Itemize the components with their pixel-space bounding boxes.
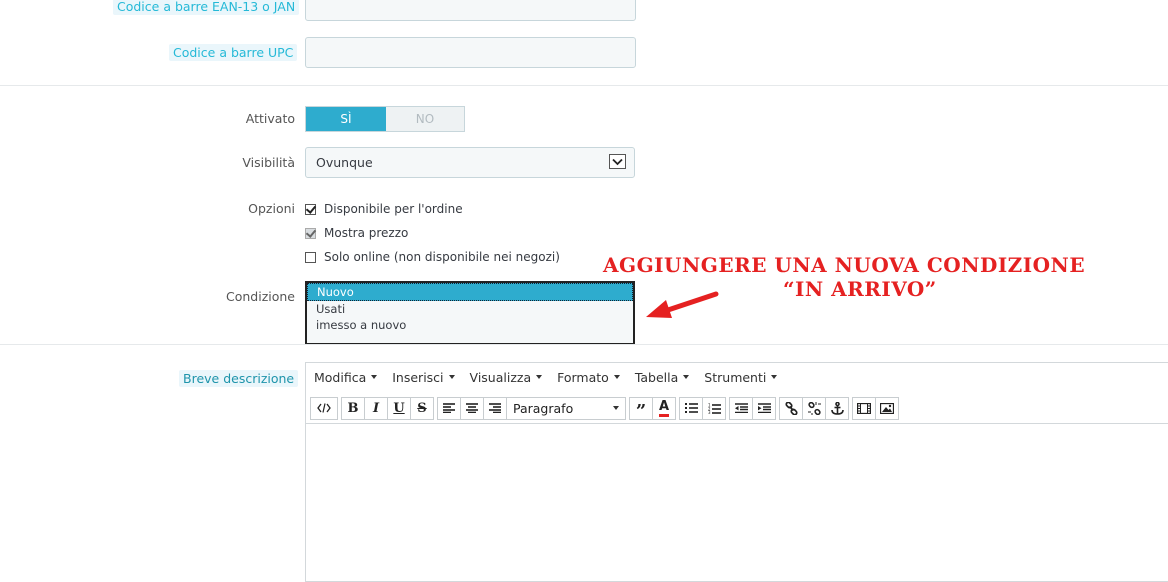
italic-icon[interactable]: I xyxy=(364,396,388,420)
toggle-no[interactable]: NO xyxy=(386,107,464,131)
activated-label: Attivato xyxy=(245,111,295,126)
align-left-icon[interactable] xyxy=(437,396,461,420)
indent-icon[interactable] xyxy=(752,396,776,420)
chevron-down-icon[interactable] xyxy=(609,154,626,169)
short-description-label: Breve descrizione xyxy=(179,370,299,387)
option-available-for-order[interactable]: Disponibile per l'ordine xyxy=(305,202,463,216)
format-value: Paragrafo xyxy=(513,400,574,416)
link-icon[interactable] xyxy=(779,396,803,420)
ean-input[interactable] xyxy=(305,0,636,21)
checkbox-checked-icon[interactable] xyxy=(305,203,316,215)
options-label: Opzioni xyxy=(248,201,295,216)
visibility-value: Ovunque xyxy=(316,155,373,170)
activated-toggle[interactable]: SÌ NO xyxy=(305,106,465,132)
red-arrow-icon xyxy=(646,291,719,318)
condition-label: Condizione xyxy=(225,289,295,304)
option-online-only[interactable]: Solo online (non disponibile nei negozi) xyxy=(305,250,560,264)
upc-input[interactable] xyxy=(305,37,636,68)
menu-visualizza[interactable]: Visualizza xyxy=(470,370,543,385)
menu-inserisci[interactable]: Inserisci xyxy=(392,370,455,385)
editor-toolbar: B I U S Paragrafo ” A 123 xyxy=(310,396,899,421)
rich-text-editor[interactable]: Modifica Inserisci Visualizza Formato Ta… xyxy=(305,362,1168,582)
align-right-icon[interactable] xyxy=(483,396,507,420)
menu-formato[interactable]: Formato xyxy=(557,370,620,385)
caret-down-icon xyxy=(613,406,619,410)
text-color-icon[interactable]: A xyxy=(652,396,676,420)
condition-listbox[interactable]: Nuovo Usati imesso a nuovo xyxy=(305,281,635,345)
strikethrough-icon[interactable]: S xyxy=(410,396,434,420)
checkbox-icon[interactable] xyxy=(305,251,316,263)
toggle-yes[interactable]: SÌ xyxy=(306,107,386,131)
section-divider xyxy=(0,344,1168,345)
menu-modifica[interactable]: Modifica xyxy=(314,370,378,385)
option-label: Mostra prezzo xyxy=(324,226,409,240)
source-code-icon[interactable] xyxy=(310,396,338,420)
option-label: Disponibile per l'ordine xyxy=(324,202,463,216)
media-icon[interactable] xyxy=(852,396,876,420)
blockquote-icon[interactable]: ” xyxy=(629,396,653,421)
bullet-list-icon[interactable] xyxy=(679,396,703,420)
upc-label: Codice a barre UPC xyxy=(169,44,298,61)
condition-option[interactable]: Nuovo xyxy=(307,283,633,301)
outdent-icon[interactable] xyxy=(729,396,753,420)
underline-icon[interactable]: U xyxy=(387,396,411,420)
menu-strumenti[interactable]: Strumenti xyxy=(704,370,778,385)
anchor-icon[interactable] xyxy=(825,396,849,420)
visibility-label: Visibilità xyxy=(242,155,295,170)
format-select[interactable]: Paragrafo xyxy=(506,396,626,420)
option-label: Solo online (non disponibile nei negozi) xyxy=(324,250,560,264)
unlink-icon[interactable] xyxy=(802,396,826,420)
image-icon[interactable] xyxy=(875,396,899,420)
condition-option[interactable]: Usati xyxy=(307,301,633,317)
option-show-price[interactable]: Mostra prezzo xyxy=(305,226,408,240)
visibility-select[interactable]: Ovunque xyxy=(305,147,635,178)
svg-text:3: 3 xyxy=(708,410,711,414)
annotation-line-1: AGGIUNGERE UNA NUOVA CONDIZIONE xyxy=(603,253,1086,277)
checkbox-checked-icon[interactable] xyxy=(305,227,316,239)
editor-menubar: Modifica Inserisci Visualizza Formato Ta… xyxy=(306,363,792,391)
numbered-list-icon[interactable]: 123 xyxy=(702,396,726,420)
align-center-icon[interactable] xyxy=(460,396,484,420)
editor-divider xyxy=(306,423,1168,424)
ean-label: Codice a barre EAN-13 o JAN xyxy=(113,0,300,15)
annotation-line-2: “IN ARRIVO” xyxy=(783,277,937,301)
condition-option[interactable]: imesso a nuovo xyxy=(307,317,633,333)
menu-tabella[interactable]: Tabella xyxy=(635,370,690,385)
section-divider xyxy=(0,85,1168,86)
bold-icon[interactable]: B xyxy=(341,396,365,420)
